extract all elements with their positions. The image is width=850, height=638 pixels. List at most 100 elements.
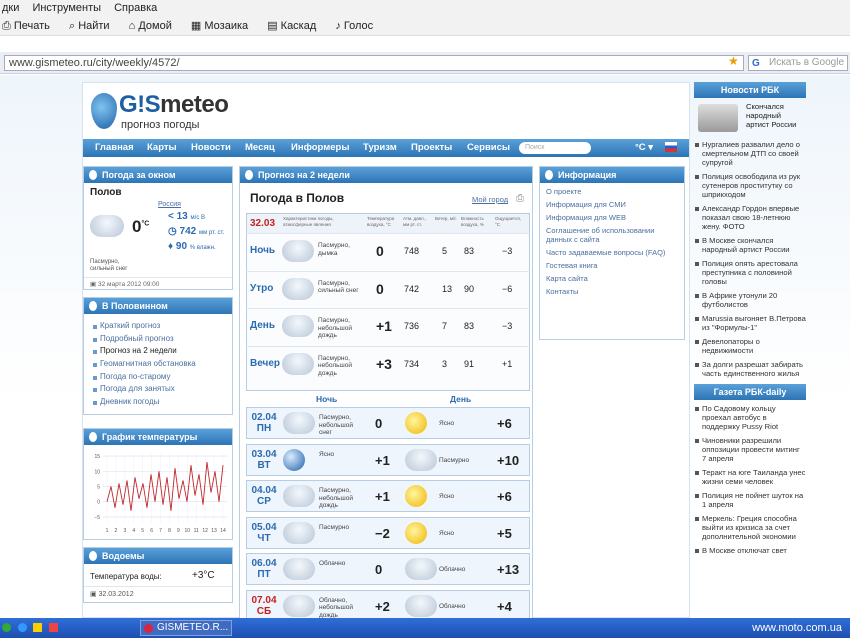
period-temp: 0	[376, 280, 384, 297]
folder-icon[interactable]	[33, 623, 43, 632]
nav-item[interactable]: Месяц	[245, 142, 275, 153]
news-item[interactable]: Александр Гордон впервые показал свою 18…	[694, 204, 806, 231]
inplace-link[interactable]: Геомагнитная обстановка	[90, 358, 232, 371]
print-label: Печать	[13, 20, 50, 32]
now-panel: Погода за окном Полов Россия 0°C < 13 м/…	[83, 166, 233, 290]
day-date-block: 05.04 ЧТ	[251, 522, 277, 544]
language-flag-icon[interactable]	[665, 142, 677, 152]
day-dow: ПТ	[257, 569, 271, 580]
inplace-link[interactable]: Подробный прогноз	[90, 333, 232, 346]
search-box[interactable]: G Искать в Google	[748, 55, 848, 71]
my-city-link[interactable]: Мой город	[472, 195, 508, 204]
rbk-news: Новости РБК Скончался народный артист Ро…	[694, 82, 806, 560]
day-condition: Облачно	[439, 566, 466, 573]
info-link[interactable]: Соглашение об использовании данных с сай…	[546, 226, 680, 244]
chart-x-tick: 12	[202, 528, 208, 534]
period-humidity: 83	[464, 246, 475, 256]
mosaic-button[interactable]: ▦ Мозаика	[191, 20, 256, 32]
news-item[interactable]: За долги разрешат забирать часть единств…	[694, 360, 806, 378]
inplace-link[interactable]: Погода по-старому	[90, 371, 232, 384]
home-button[interactable]: ⌂ Домой	[129, 20, 180, 32]
news-item[interactable]: Полиция освободила из рук сутенеров прос…	[694, 172, 806, 199]
day-dow: ЧТ	[257, 532, 271, 544]
info-link[interactable]: О проекте	[546, 187, 680, 196]
inplace-link-active[interactable]: Прогноз на 2 недели	[90, 345, 232, 358]
water-date: ▣ 32.03.2012	[84, 586, 232, 598]
news-item[interactable]: В Москве скончался народный артист Росси…	[694, 236, 806, 254]
chart-x-tick: 11	[194, 528, 199, 534]
nav-item[interactable]: Карты	[147, 142, 177, 153]
news-item[interactable]: В Африке утонули 20 футболистов	[694, 291, 806, 309]
chart-x-tick: 2	[115, 528, 118, 534]
menu-item[interactable]: Справка	[114, 2, 157, 14]
nav-item[interactable]: Сервисы	[467, 142, 510, 153]
print-button[interactable]: ⎙ Печать	[2, 20, 58, 32]
day-card: 05.04 ЧТ Пасмурно −2 Ясно +5	[246, 516, 530, 549]
site-search-input[interactable]: Поиск	[519, 142, 591, 154]
daily-item[interactable]: Чиновники разрешили оппозиции провести м…	[694, 436, 806, 463]
temp-chart: −50510151 2 3 4 5 6 7 8 9 10 11 12 13 14	[94, 453, 227, 534]
day-temp: +13	[497, 562, 520, 577]
water-panel-header: Водоемы	[84, 548, 232, 564]
day-card: 04.04 СР Пасмурно, небольшой дождь +1 Ясно +6	[246, 480, 530, 512]
nav-item[interactable]: Проекты	[411, 142, 452, 153]
info-link[interactable]: Информация для СМИ	[546, 200, 680, 209]
rbk-lead[interactable]: Скончался народный артист России	[694, 102, 806, 136]
voice-label: Голос	[343, 20, 374, 32]
cascade-button[interactable]: ▤ Каскад	[267, 20, 324, 32]
news-item[interactable]: Полиция опять арестовала преступника с п…	[694, 259, 806, 286]
nav-item[interactable]: Главная	[95, 142, 134, 153]
period-condition: Пасмурно, сильный снег	[318, 279, 359, 295]
day-date: 06.04	[251, 558, 277, 569]
info-link[interactable]: Часто задаваемые вопросы (FAQ)	[546, 248, 680, 257]
period-feels: −3	[502, 246, 513, 256]
info-link[interactable]: Карта сайта	[546, 274, 680, 283]
panel-icon	[89, 432, 97, 442]
daily-item[interactable]: Полиция не пойнет шуток на 1 апреля	[694, 491, 806, 509]
menu-item[interactable]: дки	[2, 2, 19, 14]
now-region-link[interactable]: Россия	[158, 201, 181, 208]
news-item[interactable]: Девелопаторы о недвижимости	[694, 337, 806, 355]
now-temp: 0°C	[132, 217, 150, 236]
voice-button[interactable]: ♪ Голос	[335, 20, 381, 32]
media-icon[interactable]	[48, 623, 58, 632]
day-date-block: 07.04 СБ	[251, 595, 277, 617]
info-link[interactable]: Информация для WEB	[546, 213, 680, 222]
period-row: Вечер Пасмурно, небольшой дождь +3 734 3 91 +1	[246, 345, 530, 382]
inplace-link[interactable]: Погода для занятых	[90, 383, 232, 396]
google-icon: G	[752, 58, 760, 69]
watermark: www.moto.com.ua	[752, 622, 842, 634]
nav-item[interactable]: Информеры	[291, 142, 349, 153]
daily-item[interactable]: Теракт на юге Таиланда унес жизни семи ч…	[694, 468, 806, 486]
logo[interactable]: G!Smeteo прогноз погоды	[91, 91, 229, 135]
news-item[interactable]: Нургалиев развалил дело о смертельном ДТ…	[694, 140, 806, 167]
temp-chart-title: График температуры	[102, 432, 198, 442]
inplace-link[interactable]: Краткий прогноз	[90, 320, 232, 333]
taskbar-window-button[interactable]: GISMETEO.R...	[140, 620, 232, 636]
daily-item[interactable]: Меркель: Греция способна выйти из кризис…	[694, 514, 806, 541]
unit-select[interactable]: °C ▾	[635, 142, 653, 153]
nav-item[interactable]: Туризм	[363, 142, 397, 153]
info-list: О проекте Информация для СМИ Информация …	[540, 183, 684, 296]
cloud-rain-icon	[282, 352, 314, 375]
news-item[interactable]: Marussia выгоняет В.Петрова из "Формулы-…	[694, 314, 806, 332]
info-link[interactable]: Контакты	[546, 287, 680, 296]
cloud-icon	[283, 521, 315, 544]
period-condition: Пасмурно, дымка	[318, 242, 350, 257]
start-icon[interactable]	[2, 623, 11, 632]
menu-item[interactable]: Инструменты	[32, 2, 101, 14]
inplace-link[interactable]: Дневник погоды	[90, 396, 232, 409]
sun-cloud-icon	[405, 594, 437, 617]
star-icon[interactable]: ★	[728, 54, 739, 68]
find-button[interactable]: ⌕ Найти	[69, 20, 118, 32]
daily-item[interactable]: В Москве отключат свет	[694, 546, 806, 555]
rbk-news-list: Нургалиев развалил дело о смертельном ДТ…	[694, 140, 806, 378]
daily-item[interactable]: По Садовому кольцу проехал автобус в под…	[694, 404, 806, 431]
info-link[interactable]: Гостевая книга	[546, 261, 680, 270]
quick-launch[interactable]	[0, 620, 130, 636]
nav-item[interactable]: Новости	[191, 142, 231, 153]
ie-icon[interactable]	[17, 623, 27, 632]
print-icon[interactable]: ⎙	[516, 193, 524, 204]
address-bar[interactable]: www.gismeteo.ru/city/weekly/4572/	[4, 55, 744, 71]
chart-x-tick: 6	[150, 528, 153, 534]
